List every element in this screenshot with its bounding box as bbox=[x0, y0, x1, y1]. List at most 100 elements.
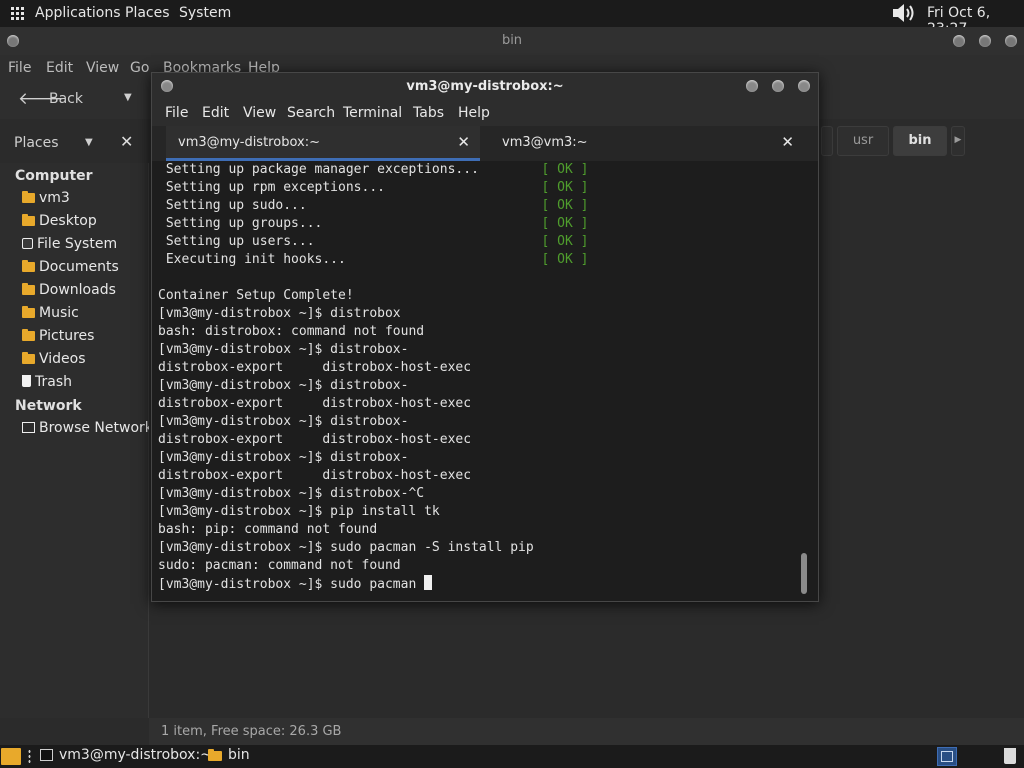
text-cursor bbox=[424, 575, 433, 590]
panel-handle[interactable] bbox=[28, 749, 31, 764]
applications-menu[interactable]: Applications bbox=[35, 5, 121, 21]
taskbar-item-label: bin bbox=[228, 747, 250, 763]
terminal-line: bash: pip: command not found bbox=[158, 522, 378, 537]
menu-search[interactable]: Search bbox=[287, 105, 335, 121]
menu-edit[interactable]: Edit bbox=[202, 105, 229, 121]
ok-status: [ OK ] bbox=[541, 234, 589, 249]
menu-go[interactable]: Go bbox=[130, 60, 149, 76]
menu-tabs[interactable]: Tabs bbox=[413, 105, 444, 121]
ok-status: [ OK ] bbox=[541, 162, 589, 177]
sidebar-item-music[interactable]: Music bbox=[22, 305, 79, 325]
taskbar-item-bin[interactable]: bin bbox=[208, 747, 250, 766]
sidebar-item-downloads[interactable]: Downloads bbox=[22, 282, 116, 302]
places-header[interactable]: Places bbox=[14, 135, 59, 151]
crumb-usr[interactable]: usr bbox=[837, 126, 889, 156]
setup-line: Setting up users... [ OK ] bbox=[158, 234, 589, 249]
terminal-output[interactable]: Setting up package manager exceptions...… bbox=[158, 161, 798, 597]
menu-edit[interactable]: Edit bbox=[46, 60, 73, 76]
trash-icon[interactable] bbox=[1004, 748, 1016, 764]
sidebar-item-pictures[interactable]: Pictures bbox=[22, 328, 94, 348]
terminal-line: [vm3@my-distrobox ~]$ distrobox bbox=[158, 306, 401, 321]
menu-terminal[interactable]: Terminal bbox=[343, 105, 402, 121]
trash-icon bbox=[22, 375, 31, 387]
sidebar-item-label: Trash bbox=[35, 374, 72, 390]
maximize-button[interactable] bbox=[979, 35, 991, 47]
setup-line: Executing init hooks... [ OK ] bbox=[158, 252, 589, 267]
prompt-text: [vm3@my-distrobox ~]$ sudo pacman bbox=[158, 577, 425, 592]
apps-grid-icon[interactable] bbox=[11, 7, 24, 20]
close-tab-icon[interactable]: ✕ bbox=[781, 133, 794, 151]
setup-line: Setting up rpm exceptions... [ OK ] bbox=[158, 180, 589, 195]
terminal-titlebar[interactable]: vm3@my-distrobox:~ bbox=[152, 73, 818, 100]
close-button[interactable] bbox=[1005, 35, 1017, 47]
terminal-menubar: File Edit View Search Terminal Tabs Help bbox=[152, 100, 818, 126]
sidebar-heading-network: Network bbox=[15, 398, 82, 414]
ok-status: [ OK ] bbox=[541, 198, 589, 213]
minimize-button[interactable] bbox=[953, 35, 965, 47]
volume-icon[interactable] bbox=[892, 3, 920, 23]
folder-icon bbox=[22, 260, 35, 272]
crumb-bin[interactable]: bin bbox=[893, 126, 947, 156]
file-manager-titlebar[interactable]: bin bbox=[0, 27, 1024, 55]
terminal-line: sudo: pacman: command not found bbox=[158, 558, 401, 573]
sidebar-item-label: Videos bbox=[39, 351, 86, 367]
sidebar-heading-computer: Computer bbox=[15, 168, 93, 184]
home-folder-icon bbox=[22, 191, 35, 203]
crumb-partial[interactable] bbox=[821, 126, 833, 156]
minimize-button[interactable] bbox=[746, 80, 758, 92]
system-menu[interactable]: System bbox=[179, 5, 231, 21]
chevron-down-icon[interactable]: ▼ bbox=[85, 137, 93, 148]
terminal-line: [vm3@my-distrobox ~]$ distrobox- bbox=[158, 414, 409, 429]
terminal-title: vm3@my-distrobox:~ bbox=[406, 79, 564, 94]
close-tab-icon[interactable]: ✕ bbox=[457, 133, 470, 151]
tab-vm3[interactable]: vm3@vm3:~ ✕ bbox=[490, 126, 804, 161]
menu-view[interactable]: View bbox=[86, 60, 119, 76]
close-icon[interactable]: ✕ bbox=[120, 132, 133, 151]
sidebar-item-documents[interactable]: Documents bbox=[22, 259, 119, 279]
ok-status: [ OK ] bbox=[541, 216, 589, 231]
status-bar: 1 item, Free space: 26.3 GB bbox=[149, 718, 1024, 745]
sidebar-item-label: Pictures bbox=[39, 328, 95, 344]
sidebar-item-vm3[interactable]: vm3 bbox=[22, 190, 70, 210]
maximize-button[interactable] bbox=[772, 80, 784, 92]
prompt-line[interactable]: [vm3@my-distrobox ~]$ sudo pacman bbox=[158, 575, 798, 593]
terminal-line: Container Setup Complete! bbox=[158, 288, 354, 303]
folder-icon bbox=[22, 352, 35, 364]
workspace-switcher[interactable] bbox=[937, 747, 957, 766]
sidebar-item-desktop[interactable]: Desktop bbox=[22, 213, 97, 233]
setup-line: Setting up sudo... [ OK ] bbox=[158, 198, 589, 213]
network-icon bbox=[22, 422, 35, 433]
close-button[interactable] bbox=[798, 80, 810, 92]
menu-view[interactable]: View bbox=[243, 105, 276, 121]
terminal-line: bash: distrobox: command not found bbox=[158, 324, 425, 339]
show-desktop-icon[interactable] bbox=[1, 748, 21, 765]
places-sidebar: Computer vm3 Desktop File System Documen… bbox=[0, 163, 153, 718]
menu-help[interactable]: Help bbox=[458, 105, 490, 121]
terminal-line: [vm3@my-distrobox ~]$ distrobox- bbox=[158, 378, 409, 393]
folder-icon bbox=[22, 306, 35, 318]
terminal-line: [vm3@my-distrobox ~]$ distrobox- bbox=[158, 450, 409, 465]
folder-icon bbox=[22, 214, 35, 226]
disk-icon bbox=[22, 238, 33, 249]
sidebar-item-trash[interactable]: Trash bbox=[22, 374, 72, 394]
menu-file[interactable]: File bbox=[8, 60, 31, 76]
sidebar-item-file-system[interactable]: File System bbox=[22, 236, 117, 256]
chevron-right-icon[interactable]: ▶ bbox=[951, 126, 965, 156]
terminal-scrollbar[interactable] bbox=[801, 553, 807, 594]
sidebar-item-label: Music bbox=[39, 305, 79, 321]
terminal-line: distrobox-export distrobox-host-exec bbox=[158, 396, 472, 411]
terminal-line: [vm3@my-distrobox ~]$ sudo pacman -S ins… bbox=[158, 540, 534, 555]
tab-label: vm3@my-distrobox:~ bbox=[178, 135, 320, 150]
terminal-tab-bar: vm3@my-distrobox:~ ✕ vm3@vm3:~ ✕ bbox=[152, 126, 818, 161]
taskbar-item-label: vm3@my-distrobox:~ bbox=[59, 747, 212, 763]
taskbar-item-terminal[interactable]: vm3@my-distrobox:~ bbox=[40, 747, 212, 766]
terminal-line: distrobox-export distrobox-host-exec bbox=[158, 468, 472, 483]
chevron-down-icon[interactable]: ▼ bbox=[124, 92, 132, 103]
sidebar-item-videos[interactable]: Videos bbox=[22, 351, 86, 371]
tab-my-distrobox[interactable]: vm3@my-distrobox:~ ✕ bbox=[166, 126, 480, 161]
sidebar-item-browse-network[interactable]: Browse Network bbox=[22, 420, 153, 440]
menu-file[interactable]: File bbox=[165, 105, 188, 121]
places-menu[interactable]: Places bbox=[125, 5, 170, 21]
terminal-window[interactable]: vm3@my-distrobox:~ File Edit View Search… bbox=[151, 72, 819, 602]
terminal-line: [vm3@my-distrobox ~]$ pip install tk bbox=[158, 504, 440, 519]
